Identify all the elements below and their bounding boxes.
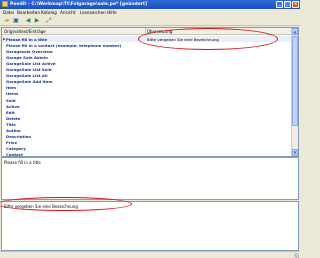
entry-source-text: Please fill in a contact (example: telep… (6, 42, 122, 48)
entries-rows: ▶ Please fill in a title Bitte vergeben Si… (2, 36, 292, 156)
entry-source-text: Title (6, 121, 16, 127)
menu-bar: Datei Bearbeiten Katalog Ansicht Lesezei… (0, 9, 300, 16)
entries-list[interactable]: Originaltext/Einträge Übersetzung ▶ Pleas… (1, 27, 299, 157)
minimize-button[interactable]: _ (276, 1, 283, 8)
fit-icon[interactable]: ⤢ (45, 17, 53, 25)
entry-translation-text: Bitte vergeben Sie eine Bezeichnung (147, 36, 219, 42)
entry-source-text: Sold (6, 97, 16, 103)
menu-katalog[interactable]: Katalog (41, 10, 57, 15)
entry-source-text: Garagesale Overview (6, 48, 53, 54)
menu-hilfe[interactable]: Hilfe (107, 10, 117, 15)
entry-source-text: GarageSale Add Item (6, 79, 53, 85)
scroll-down-icon[interactable]: ▼ (292, 149, 298, 156)
entry-source-text: Category (6, 146, 26, 152)
entry-source-text: Price (6, 140, 18, 146)
menu-datei[interactable]: Datei (3, 10, 14, 15)
status-bar (0, 251, 300, 258)
vertical-scrollbar[interactable]: ▲ ▼ (291, 28, 298, 156)
next-icon[interactable]: ▶ (33, 17, 41, 25)
entry-source-text: Description (6, 134, 32, 140)
entry-source-text: Active (6, 103, 20, 109)
entry-source-text: GarageSale List Sold (6, 67, 52, 73)
entry-source-text: Item (6, 85, 17, 91)
previous-icon[interactable]: ◀ (24, 17, 32, 25)
entry-source-text: Garage Sale Admin (6, 54, 48, 60)
entry-source-text: GarageSale List All (6, 73, 48, 79)
close-button[interactable]: × (292, 1, 299, 8)
column-header-source[interactable]: Originaltext/Einträge (4, 29, 46, 34)
entry-source-text: Items (6, 91, 19, 97)
title-bar: Poedit - C:\Werkmap\Tt\Folgarage\sale.po… (0, 0, 300, 9)
source-text-panel: Please fill in a title (1, 157, 299, 200)
window-title: Poedit - C:\Werkmap\Tt\Folgarage\sale.po… (10, 2, 148, 7)
app-icon (2, 1, 8, 7)
column-divider[interactable] (145, 28, 146, 35)
scroll-up-icon[interactable]: ▲ (292, 28, 298, 35)
resize-grip-icon[interactable] (294, 253, 299, 258)
menu-lesezeichen[interactable]: Lesezeichen (80, 10, 106, 15)
source-text: Please fill in a title (4, 160, 41, 165)
entry-source-text: Please fill in a title (6, 36, 48, 42)
menu-bearbeiten[interactable]: Bearbeiten (17, 10, 40, 15)
entry-source-text: GarageSale List Active (6, 60, 56, 66)
column-header-translation[interactable]: Übersetzung (147, 29, 172, 34)
menu-ansicht[interactable]: Ansicht (60, 10, 75, 15)
scroll-thumb[interactable] (292, 36, 298, 126)
toolbar: ▰ ▣ ◀ ▶ ⤢ (0, 16, 300, 26)
entry-source-text: Edit (6, 109, 15, 115)
folder-open-icon[interactable]: ▰ (3, 17, 11, 25)
save-icon[interactable]: ▣ (12, 17, 20, 25)
translation-text[interactable]: Bitte vergeben Sie eine Bezeichnung (4, 204, 78, 209)
translation-editor[interactable]: Bitte vergeben Sie eine Bezeichnung (1, 201, 299, 251)
list-header: Originaltext/Einträge Übersetzung (2, 28, 292, 35)
entry-source-text: Delete (6, 115, 21, 121)
maximize-button[interactable]: □ (284, 1, 291, 8)
entry-source-text: Author (6, 128, 22, 133)
